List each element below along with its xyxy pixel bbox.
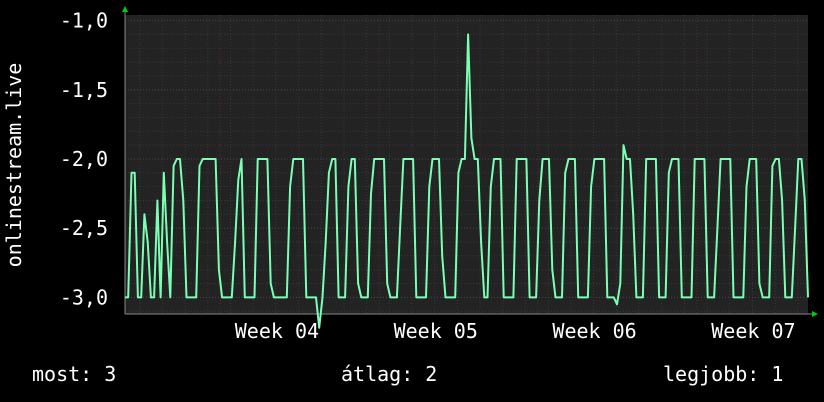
y-tick-label: -1,0 [60, 9, 108, 33]
y-axis-ticks: -1,0 -1,5 -2,0 -2,5 -3,0 [60, 9, 108, 310]
y-tick-label: -2,5 [60, 216, 108, 240]
y-tick-label: -1,5 [60, 78, 108, 102]
y-tick-label: -2,0 [60, 147, 108, 171]
chart: -1,0 -1,5 -2,0 -2,5 -3,0 Week 04 Week 05 Week … [2, 6, 818, 343]
legend-now: most: 3 [32, 362, 117, 386]
legend-best: legjobb: 1 [663, 362, 784, 386]
x-tick-label: Week 04 [235, 319, 319, 343]
x-tick-label: Week 07 [711, 319, 795, 343]
x-tick-label: Week 05 [394, 319, 478, 343]
y-axis-arrow [122, 6, 128, 12]
y-axis-label: onlinestream.live [2, 63, 26, 268]
x-axis-arrow [812, 311, 818, 317]
y-tick-label: -3,0 [60, 285, 108, 309]
legend-average: átlag: 2 [341, 362, 438, 386]
x-tick-label: Week 06 [552, 319, 636, 343]
